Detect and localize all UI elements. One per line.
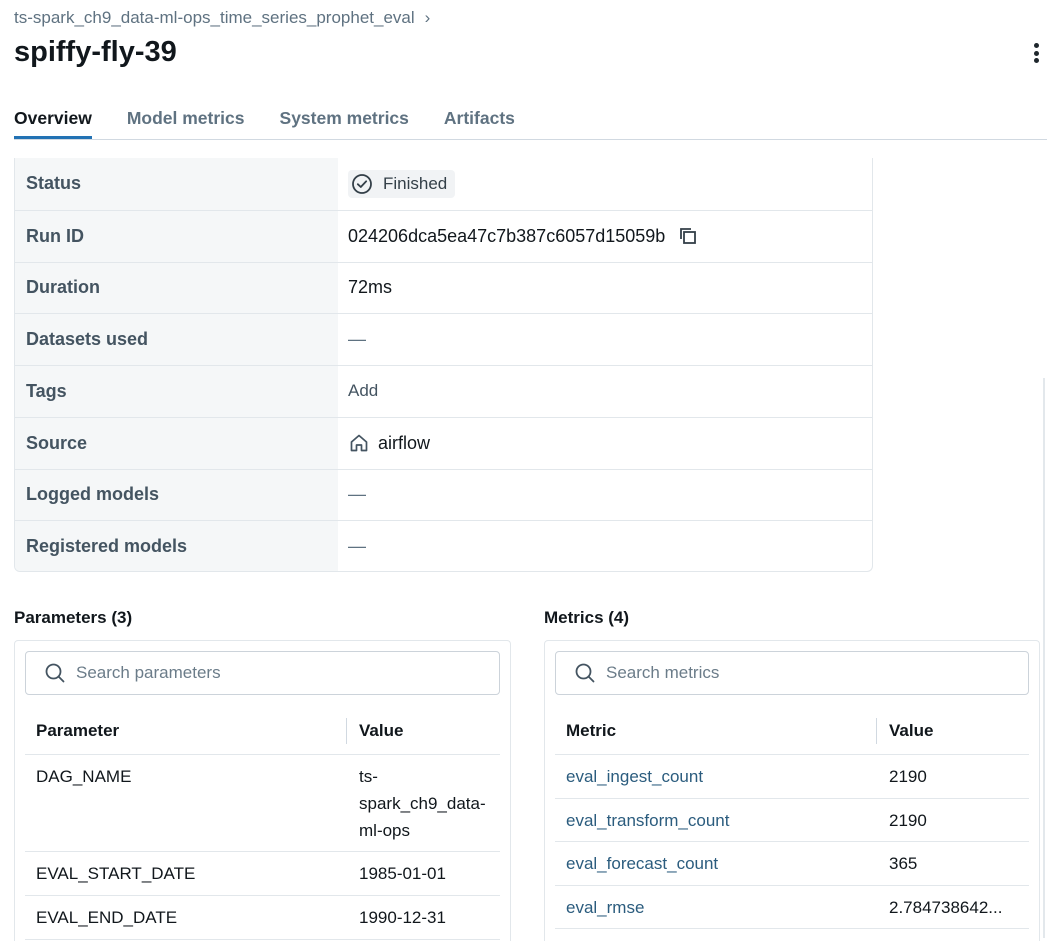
details-row-datasets: Datasets used — (15, 313, 872, 365)
details-row-tags: Tags Add (15, 365, 872, 417)
parameters-title: Parameters (3) (14, 608, 133, 627)
metric-name-link[interactable]: eval_ingest_count (555, 755, 877, 798)
parameter-name: EVAL_END_DATE (36, 908, 178, 927)
table-row: eval_transform_count 2190 (555, 799, 1029, 842)
parameters-search-input[interactable] (76, 663, 499, 683)
parameters-table: Parameter Value DAG_NAME ts- spark_ch9_d… (25, 707, 500, 940)
table-header: Parameter Value (25, 707, 500, 755)
table-row: DAG_NAME ts- spark_ch9_data- ml-ops (25, 755, 500, 852)
tab-system-metrics[interactable]: System metrics (280, 106, 409, 139)
column-header-value[interactable]: Value (347, 721, 403, 741)
page-title: spiffy-fly-39 (14, 36, 177, 68)
source-link[interactable]: airflow (378, 433, 430, 454)
parameter-value: 1985-01-01 (359, 864, 446, 883)
more-options-icon[interactable] (1029, 40, 1043, 66)
details-label: Datasets used (15, 314, 338, 365)
metric-name-link[interactable]: eval_transform_count (555, 799, 877, 842)
add-tag-button[interactable]: Add (348, 381, 378, 401)
home-icon (348, 432, 370, 454)
table-row: eval_rmse 2.784738642... (555, 886, 1029, 929)
metric-name-link[interactable]: eval_rmse (555, 886, 877, 929)
tab-bar: Overview Model metrics System metrics Ar… (14, 106, 1047, 140)
details-value: Add (338, 366, 872, 417)
scrollbar[interactable] (1043, 378, 1045, 938)
chevron-right-icon: › (424, 8, 431, 27)
tab-artifacts[interactable]: Artifacts (444, 106, 515, 139)
metrics-search-box[interactable] (555, 651, 1029, 695)
value-line: spark_ch9_data- (359, 794, 486, 813)
metric-value: 365 (889, 854, 918, 873)
details-label: Tags (15, 366, 338, 417)
parameter-value: 1990-12-31 (359, 908, 446, 927)
column-header-metric[interactable]: Metric (555, 717, 877, 744)
datasets-value: — (348, 329, 366, 350)
parameter-value: ts- spark_ch9_data- ml-ops (347, 755, 486, 851)
details-row-run-id: Run ID 024206dca5ea47c7b387c6057d15059b (15, 209, 872, 262)
duration-value: 72ms (348, 277, 393, 298)
copy-icon[interactable] (677, 225, 699, 247)
details-label: Run ID (15, 210, 338, 262)
check-circle-icon (351, 173, 373, 195)
details-row-source: Source airflow (15, 416, 872, 469)
details-label: Registered models (15, 521, 338, 571)
breadcrumb-experiment-link[interactable]: ts-spark_ch9_data-ml-ops_time_series_pro… (14, 8, 415, 28)
tab-overview[interactable]: Overview (14, 106, 92, 139)
run-id-value: 024206dca5ea47c7b387c6057d15059b (348, 225, 666, 246)
metrics-table: Metric Value eval_ingest_count 2190 eval… (555, 707, 1029, 929)
run-details-table: Status Finished Run ID 024206dca5ea47c7b… (14, 158, 873, 572)
details-value: Finished (338, 158, 872, 210)
parameters-panel: Parameter Value DAG_NAME ts- spark_ch9_d… (14, 640, 511, 941)
parameters-search-box[interactable] (25, 651, 500, 695)
logged-models-value: — (348, 484, 366, 505)
status-text: Finished (383, 173, 448, 193)
details-row-status: Status Finished (15, 158, 872, 210)
parameter-name: EVAL_START_DATE (36, 864, 196, 883)
value-line: ts- (359, 767, 378, 786)
registered-models-value: — (348, 536, 366, 557)
table-row: eval_forecast_count 365 (555, 842, 1029, 886)
search-icon (44, 662, 66, 684)
details-row-registered-models: Registered models — (15, 520, 872, 571)
column-header-parameter[interactable]: Parameter (25, 717, 347, 744)
column-header-value[interactable]: Value (877, 721, 933, 741)
search-icon (574, 662, 596, 684)
status-badge: Finished (348, 169, 456, 198)
metric-value: 2.784738642... (889, 897, 1003, 917)
value-line: ml-ops (359, 821, 411, 840)
details-row-logged-models: Logged models — (15, 468, 872, 521)
metrics-search-input[interactable] (606, 663, 1028, 683)
details-label: Duration (15, 262, 338, 314)
details-label: Logged models (15, 469, 338, 521)
table-row: EVAL_END_DATE 1990-12-31 (25, 896, 500, 940)
details-label: Status (15, 158, 338, 210)
metric-value: 2190 (889, 767, 927, 786)
details-value: 024206dca5ea47c7b387c6057d15059b (338, 211, 872, 262)
details-label: Source (15, 417, 338, 469)
tab-model-metrics[interactable]: Model metrics (127, 106, 245, 139)
details-row-duration: Duration 72ms (15, 261, 872, 314)
metrics-panel: Metric Value eval_ingest_count 2190 eval… (544, 640, 1040, 941)
table-row: eval_ingest_count 2190 (555, 755, 1029, 799)
details-value: airflow (338, 418, 872, 469)
metric-value: 2190 (889, 810, 927, 830)
table-row: EVAL_START_DATE 1985-01-01 (25, 852, 500, 896)
metric-name-link[interactable]: eval_forecast_count (555, 842, 877, 885)
table-header: Metric Value (555, 707, 1029, 755)
breadcrumb: ts-spark_ch9_data-ml-ops_time_series_pro… (14, 8, 430, 28)
parameter-name: DAG_NAME (36, 767, 132, 786)
metrics-title: Metrics (4) (544, 608, 630, 627)
